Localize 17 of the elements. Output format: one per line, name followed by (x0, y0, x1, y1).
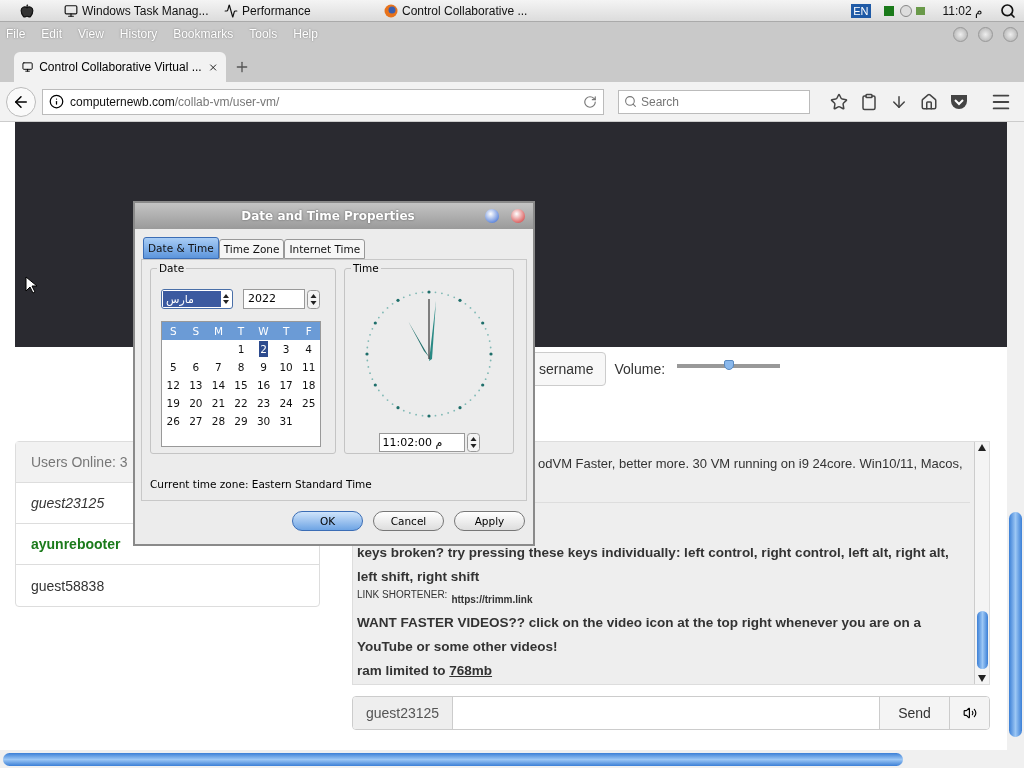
weekday-label: F (304, 325, 313, 337)
weekday-label: W (257, 325, 270, 337)
chat-message: ram limited to 768mb (357, 662, 494, 680)
chat-label: LINK SHORTENER: (357, 589, 448, 600)
volume-label: Volume: (614, 361, 666, 377)
clock-text: 11:02 م (942, 3, 982, 18)
group-label: Time (351, 262, 381, 274)
dialog-title: Date and Time Properties (240, 209, 416, 223)
weekday-label: M (212, 325, 224, 337)
weekday-label: S (191, 325, 201, 337)
weekday-label: S (168, 325, 178, 337)
weekday-label: T (281, 325, 291, 337)
group-label: Date (157, 262, 187, 274)
chat-message: odVM Faster, better more. 30 VM running on i9 24core. Win10/11, Macos, (538, 455, 963, 473)
weekday-label: T (236, 325, 246, 337)
chat-message: keys broken? try pressing these keys individually: left control, right control, left alt, right alt, left shift, right shift (357, 544, 950, 586)
chat-message: WANT FASTER VIDEOS?? click on the video icon at the top right whenever you are on a YouTube or some other videos! (357, 614, 923, 656)
